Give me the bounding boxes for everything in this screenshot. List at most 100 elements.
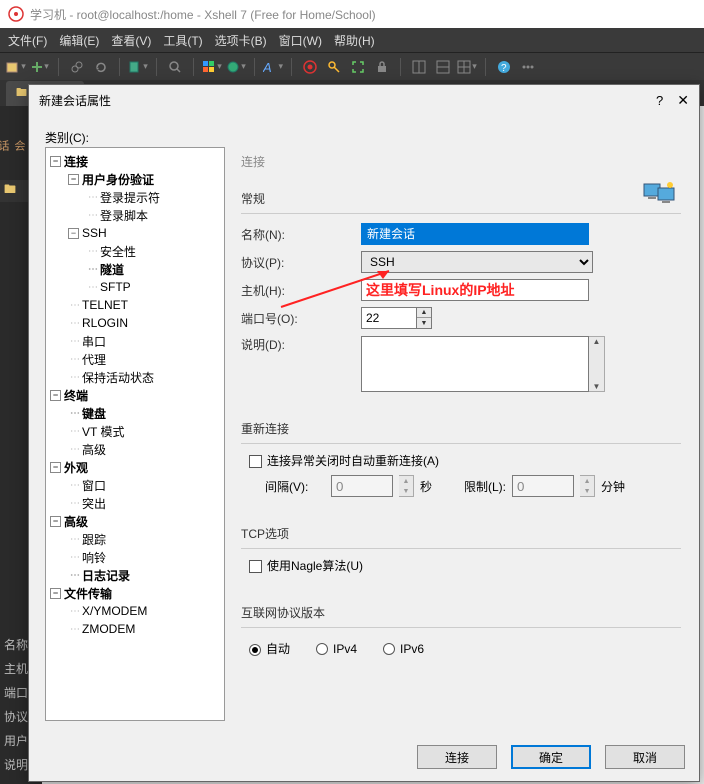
tree-item[interactable]: −用户身份验证 bbox=[48, 170, 222, 188]
limit-spinner[interactable]: ▲▼ bbox=[580, 475, 595, 497]
radio-auto[interactable]: 自动 bbox=[249, 640, 290, 657]
tree-item[interactable]: ⋯日志记录 bbox=[48, 566, 222, 584]
tree-item-label: 日志记录 bbox=[82, 567, 130, 584]
add-icon[interactable]: ▾ bbox=[30, 57, 50, 77]
tree-toggle-icon[interactable]: − bbox=[50, 516, 61, 527]
tree-item-label: TELNET bbox=[82, 298, 128, 312]
tree-item[interactable]: ⋯安全性 bbox=[48, 242, 222, 260]
dialog-help-button[interactable]: ? bbox=[656, 93, 663, 108]
help-icon[interactable]: ? bbox=[494, 57, 514, 77]
tree-item[interactable]: −终端 bbox=[48, 386, 222, 404]
tree-item[interactable]: −SSH bbox=[48, 224, 222, 242]
tree-item[interactable]: ⋯ZMODEM bbox=[48, 620, 222, 638]
menu-file[interactable]: 文件(F) bbox=[8, 32, 47, 49]
copy-icon[interactable]: ▾ bbox=[128, 57, 148, 77]
divider bbox=[241, 443, 681, 444]
color-icon[interactable]: ▾ bbox=[202, 57, 222, 77]
menu-tools[interactable]: 工具(T) bbox=[163, 32, 202, 49]
radio-ipv4[interactable]: IPv4 bbox=[316, 642, 357, 656]
tree-item[interactable]: ⋯串口 bbox=[48, 332, 222, 350]
radio-ipv6[interactable]: IPv6 bbox=[383, 642, 424, 656]
tree-item[interactable]: ⋯登录脚本 bbox=[48, 206, 222, 224]
limit-unit: 分钟 bbox=[601, 478, 625, 495]
ok-button[interactable]: 确定 bbox=[511, 745, 591, 769]
menu-help[interactable]: 帮助(H) bbox=[334, 32, 375, 49]
cancel-button[interactable]: 取消 bbox=[605, 745, 685, 769]
tree-item[interactable]: ⋯窗口 bbox=[48, 476, 222, 494]
tree-item[interactable]: ⋯键盘 bbox=[48, 404, 222, 422]
protocol-select[interactable]: SSH bbox=[361, 251, 593, 273]
tree-toggle-icon[interactable]: − bbox=[50, 390, 61, 401]
tree-item[interactable]: ⋯VT 模式 bbox=[48, 422, 222, 440]
category-label: 类别(C): bbox=[45, 129, 89, 146]
tree-toggle-icon[interactable]: − bbox=[68, 174, 79, 185]
lock-icon[interactable] bbox=[372, 57, 392, 77]
limit-input[interactable] bbox=[512, 475, 574, 497]
svg-text:A: A bbox=[263, 60, 272, 74]
tree-item[interactable]: −外观 bbox=[48, 458, 222, 476]
host-input[interactable] bbox=[361, 279, 589, 301]
search-icon[interactable] bbox=[165, 57, 185, 77]
record-icon[interactable] bbox=[300, 57, 320, 77]
tree-item[interactable]: ⋯TELNET bbox=[48, 296, 222, 314]
interval-spinner[interactable]: ▲▼ bbox=[399, 475, 414, 497]
tree-item[interactable]: ⋯保持活动状态 bbox=[48, 368, 222, 386]
limit-label: 限制(L): bbox=[464, 478, 506, 495]
tree-item[interactable]: ⋯突出 bbox=[48, 494, 222, 512]
menu-window[interactable]: 窗口(W) bbox=[279, 32, 322, 49]
tree-item-label: 突出 bbox=[82, 495, 106, 512]
tree-item[interactable]: ⋯隧道 bbox=[48, 260, 222, 278]
dialog-title-text: 新建会话属性 bbox=[39, 92, 111, 109]
sessions-side-tab[interactable]: 会话 bbox=[0, 140, 22, 160]
link-icon[interactable] bbox=[67, 57, 87, 77]
tree-toggle-icon[interactable]: − bbox=[50, 462, 61, 473]
tree-item-label: 代理 bbox=[82, 351, 106, 368]
menu-edit[interactable]: 编辑(E) bbox=[59, 32, 99, 49]
reconnect-label: 重新连接 bbox=[241, 420, 687, 437]
tree-toggle-icon[interactable]: − bbox=[50, 588, 61, 599]
port-spinner[interactable]: ▲▼ bbox=[417, 307, 432, 329]
tree-item[interactable]: ⋯SFTP bbox=[48, 278, 222, 296]
tree-item-label: 登录脚本 bbox=[100, 207, 148, 224]
dialog-close-button[interactable]: ✕ bbox=[677, 92, 689, 109]
key-icon[interactable] bbox=[324, 57, 344, 77]
desc-scrollbar[interactable]: ▲▼ bbox=[589, 336, 605, 392]
protocol-label: 协议(P): bbox=[241, 254, 361, 271]
tree-item[interactable]: ⋯代理 bbox=[48, 350, 222, 368]
menu-tabs[interactable]: 选项卡(B) bbox=[215, 32, 267, 49]
tree-item[interactable]: −连接 bbox=[48, 152, 222, 170]
font-icon[interactable]: A▾ bbox=[263, 57, 283, 77]
tree-item[interactable]: −高级 bbox=[48, 512, 222, 530]
interval-input[interactable] bbox=[331, 475, 393, 497]
grid2-icon[interactable] bbox=[433, 57, 453, 77]
menu-view[interactable]: 查看(V) bbox=[111, 32, 151, 49]
nagle-checkbox[interactable] bbox=[249, 560, 262, 573]
tree-item-label: SSH bbox=[82, 226, 107, 240]
tree-item-label: 终端 bbox=[64, 387, 88, 404]
tree-item[interactable]: ⋯登录提示符 bbox=[48, 188, 222, 206]
titlebar: 学习机 - root@localhost:/home - Xshell 7 (F… bbox=[0, 0, 704, 28]
port-input[interactable] bbox=[361, 307, 417, 329]
grid1-icon[interactable] bbox=[409, 57, 429, 77]
auto-reconnect-checkbox[interactable] bbox=[249, 455, 262, 468]
palette-icon[interactable]: ▾ bbox=[226, 57, 246, 77]
tree-item[interactable]: ⋯高级 bbox=[48, 440, 222, 458]
tree-item[interactable]: ⋯RLOGIN bbox=[48, 314, 222, 332]
name-input[interactable] bbox=[361, 223, 589, 245]
tree-item[interactable]: −文件传输 bbox=[48, 584, 222, 602]
tree-item[interactable]: ⋯响铃 bbox=[48, 548, 222, 566]
connection-panel: 连接 常规 名称(N): 新建会话 协议(P): SSH 主机(H): bbox=[235, 147, 687, 721]
fullscreen-icon[interactable] bbox=[348, 57, 368, 77]
grid3-icon[interactable]: ▾ bbox=[457, 57, 477, 77]
tree-toggle-icon[interactable]: − bbox=[50, 156, 61, 167]
description-textarea[interactable] bbox=[361, 336, 589, 392]
new-icon[interactable]: ▾ bbox=[6, 57, 26, 77]
more-icon[interactable] bbox=[518, 57, 538, 77]
tree-item[interactable]: ⋯跟踪 bbox=[48, 530, 222, 548]
port-label: 端口号(O): bbox=[241, 310, 361, 327]
connect-button[interactable]: 连接 bbox=[417, 745, 497, 769]
reconnect-icon[interactable] bbox=[91, 57, 111, 77]
category-tree[interactable]: −连接−用户身份验证⋯登录提示符⋯登录脚本−SSH⋯安全性⋯隧道⋯SFTP⋯TE… bbox=[45, 147, 225, 721]
tree-toggle-icon[interactable]: − bbox=[68, 228, 79, 239]
tree-item[interactable]: ⋯X/YMODEM bbox=[48, 602, 222, 620]
